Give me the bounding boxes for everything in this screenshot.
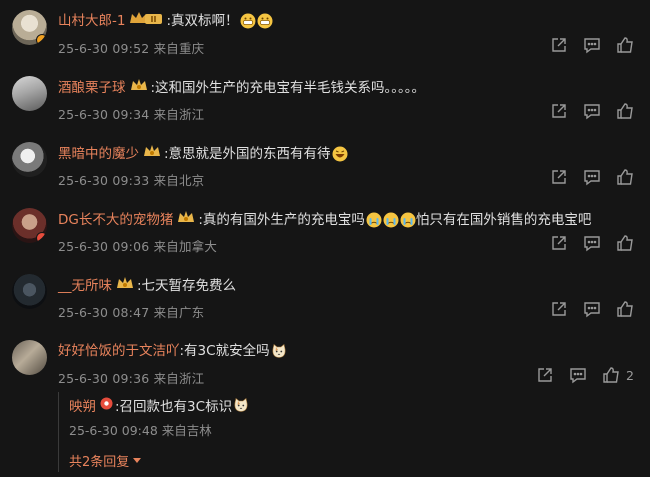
- like-icon[interactable]: [616, 234, 634, 252]
- comment-location: 来自浙江: [153, 107, 205, 122]
- laugh-emoji-icon: [332, 146, 348, 162]
- avatar[interactable]: [12, 208, 47, 243]
- comment-meta: 25-6-30 09:52 来自重庆: [58, 38, 204, 57]
- comment-actions: 2: [536, 366, 634, 384]
- comment-meta: 25-6-30 09:34 来自浙江: [58, 104, 204, 123]
- comment-location: 来自北京: [153, 173, 205, 188]
- like-icon[interactable]: [616, 36, 634, 54]
- share-icon[interactable]: [550, 102, 568, 120]
- comment-text-continued: 怕只有在国外销售的充电宝吧: [415, 211, 592, 228]
- comment-time: 25-6-30 09:52: [58, 41, 150, 56]
- comment-time: 25-6-30 08:47: [58, 305, 150, 320]
- share-icon[interactable]: [536, 366, 554, 384]
- cry-emoji-icon: [366, 212, 382, 228]
- comment-icon[interactable]: [583, 300, 601, 318]
- comment-actions: [550, 36, 634, 54]
- more-replies-link[interactable]: 共2条回复: [69, 451, 142, 470]
- username[interactable]: 山村大郎-1: [58, 12, 125, 30]
- comment-text: :真的有国外生产的充电宝吗: [198, 211, 365, 228]
- cry-emoji-icon: [400, 212, 416, 228]
- like-icon[interactable]: [616, 102, 634, 120]
- username[interactable]: 酒酿栗子球: [58, 79, 126, 97]
- reply-username[interactable]: 映朔: [69, 395, 96, 415]
- comment-time: 25-6-30 09:34: [58, 107, 150, 122]
- comment-actions: [550, 300, 634, 318]
- comment-time: 25-6-30 09:36: [58, 371, 150, 386]
- comment-icon[interactable]: [583, 168, 601, 186]
- like-icon[interactable]: [616, 300, 634, 318]
- comment-meta: 25-6-30 09:33 来自北京: [58, 170, 204, 189]
- verified-badge-icon: [36, 34, 47, 45]
- reply-location: 来自吉林: [161, 423, 212, 438]
- cat-emoji-icon: [233, 397, 249, 413]
- username[interactable]: __无所味: [58, 277, 112, 295]
- comment-time: 25-6-30 09:06: [58, 239, 150, 254]
- vip-level: II: [151, 15, 157, 24]
- comment-meta: 25-6-30 09:06 来自加拿大: [58, 236, 217, 255]
- reply-meta: 25-6-30 09:48 来自吉林: [69, 420, 212, 439]
- comment-icon[interactable]: [583, 102, 601, 120]
- comment-time: 25-6-30 09:33: [58, 173, 150, 188]
- more-replies-label: 共2条回复: [69, 455, 130, 470]
- comment-text: :真双标啊！: [166, 12, 239, 29]
- comment-text: :这和国外生产的充电宝有半毛钱关系吗。。。。。: [150, 79, 426, 96]
- comment-text: :意思就是外国的东西有有待: [164, 145, 331, 162]
- like-icon[interactable]: [602, 366, 620, 384]
- comment-text: :七天暂存免费么: [137, 277, 237, 294]
- cat-emoji-icon: [271, 343, 287, 359]
- comment-text: :有3C就安全吗: [179, 343, 270, 359]
- comment-actions: [550, 168, 634, 186]
- avatar[interactable]: [12, 142, 47, 177]
- avatar[interactable]: [12, 340, 47, 375]
- share-icon[interactable]: [550, 36, 568, 54]
- comment-actions: [550, 234, 634, 252]
- comment-location: 来自广东: [153, 305, 205, 320]
- like-count: 2: [626, 367, 634, 383]
- comment-location: 来自重庆: [153, 41, 205, 56]
- username[interactable]: DG长不大的宠物猪: [58, 211, 173, 229]
- comment-meta: 25-6-30 08:47 来自广东: [58, 302, 204, 321]
- share-icon[interactable]: [550, 234, 568, 252]
- reply-thread: 映朔 :召回款也有3C标识 25-6-30 09:48 来自吉林 共2条回复: [58, 392, 632, 472]
- reply-text: :召回款也有3C标识: [115, 399, 233, 415]
- grin-emoji-icon: [240, 13, 256, 29]
- vip-crown-icon: [116, 276, 134, 295]
- vip-crown-icon: [130, 78, 148, 97]
- vip-crown-icon: II: [129, 11, 163, 30]
- avatar[interactable]: [12, 10, 47, 45]
- verified-badge-icon: [100, 397, 113, 414]
- username[interactable]: 黑暗中的魔少: [58, 145, 139, 163]
- share-icon[interactable]: [550, 300, 568, 318]
- caret-down-icon: [133, 458, 142, 463]
- avatar[interactable]: [12, 274, 47, 309]
- reply-time: 25-6-30 09:48: [69, 423, 158, 438]
- vip-crown-icon: [177, 210, 195, 229]
- grin-emoji-icon: [257, 13, 273, 29]
- username[interactable]: 好好恰饭的于文洁吖: [58, 342, 180, 360]
- avatar[interactable]: [12, 76, 47, 111]
- comment-actions: [550, 102, 634, 120]
- verified-badge-icon: [36, 232, 47, 243]
- like-icon[interactable]: [616, 168, 634, 186]
- cry-emoji-icon: [383, 212, 399, 228]
- vip-crown-icon: [143, 144, 161, 163]
- comment-icon[interactable]: [583, 36, 601, 54]
- comment-icon[interactable]: [583, 234, 601, 252]
- comment-icon[interactable]: [569, 366, 587, 384]
- comment-location: 来自加拿大: [153, 239, 218, 254]
- share-icon[interactable]: [550, 168, 568, 186]
- comment-meta: 25-6-30 09:36 来自浙江: [58, 368, 204, 387]
- comment-location: 来自浙江: [153, 371, 205, 386]
